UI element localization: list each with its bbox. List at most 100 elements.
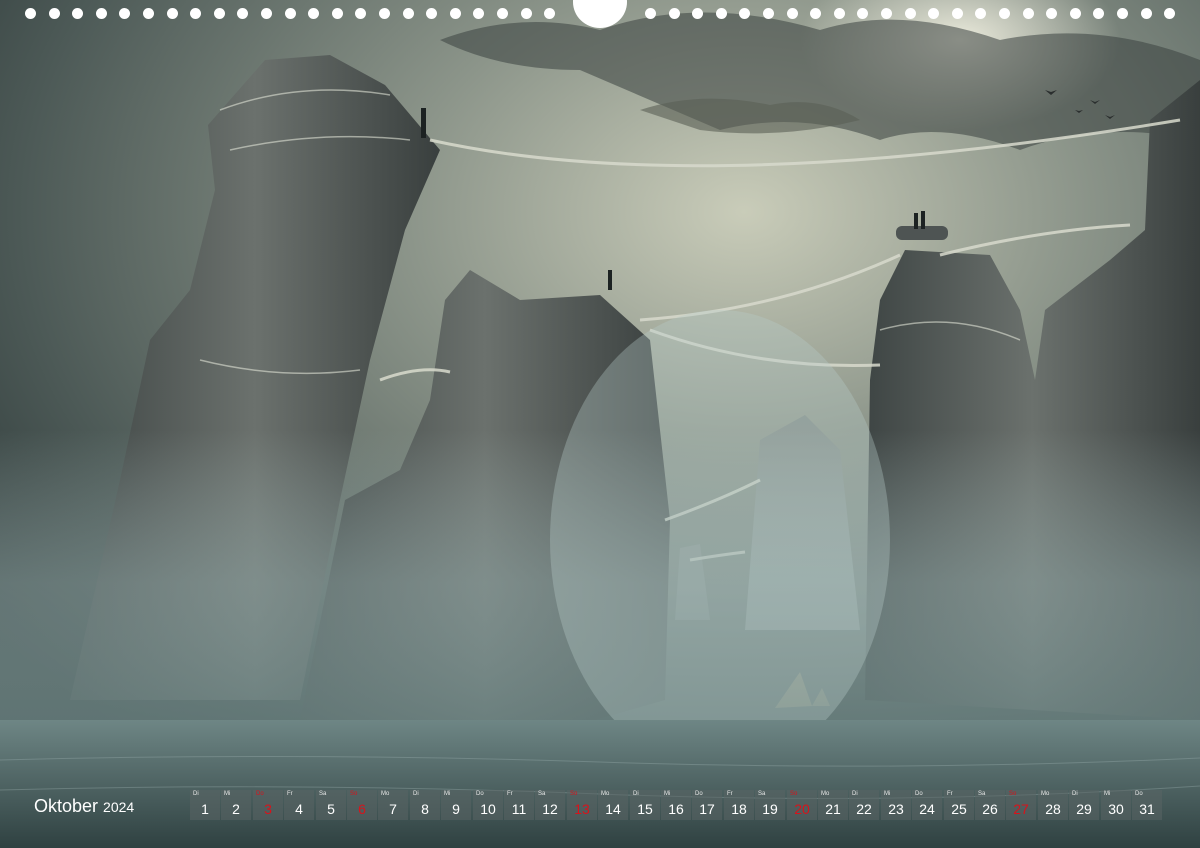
binding-hole — [426, 8, 437, 19]
binding-hole — [25, 8, 36, 19]
weekday-label: Mi — [224, 791, 231, 797]
binding-hole — [905, 8, 916, 19]
binding-hole — [692, 8, 703, 19]
binding-hole — [379, 8, 390, 19]
binding-hole — [787, 8, 798, 19]
binding-hole — [355, 8, 366, 19]
month-title: Oktober 2024 — [34, 796, 134, 816]
weekday-label: Fr — [287, 791, 293, 797]
binding-hole — [521, 8, 532, 19]
day-number: 24 — [919, 801, 935, 817]
binding-hole — [96, 8, 107, 19]
day-number: 1 — [201, 801, 209, 817]
day-cell: Di 22 — [849, 790, 879, 820]
weekday-label: Mi — [664, 791, 671, 797]
binding-hole — [999, 8, 1010, 19]
day-cell: Mo 28 — [1038, 790, 1068, 820]
day-number: 25 — [951, 801, 967, 817]
binding-hole — [285, 8, 296, 19]
binding-hole — [857, 8, 868, 19]
day-cell: Mi 23 — [881, 790, 911, 820]
day-number: 30 — [1108, 801, 1124, 817]
day-number: 10 — [480, 801, 496, 817]
binding-hole — [1093, 8, 1104, 19]
weekday-label: Mo — [1041, 791, 1050, 797]
day-cell: Do 3 — [253, 790, 283, 820]
day-number: 27 — [1013, 801, 1029, 817]
day-number: 5 — [327, 801, 335, 817]
day-number: 14 — [605, 801, 621, 817]
day-cell: Di 29 — [1069, 790, 1099, 820]
weekday-label: Mo — [601, 791, 610, 797]
weekday-label: Di — [413, 791, 419, 797]
day-cell: Do 24 — [912, 790, 942, 820]
day-cell: So 6 — [347, 790, 377, 820]
weekday-label: Fr — [727, 791, 733, 797]
day-cell: Do 10 — [473, 790, 503, 820]
day-number: 21 — [825, 801, 841, 817]
day-cell: Di 15 — [630, 790, 660, 820]
binding-hole — [952, 8, 963, 19]
binding-hole — [763, 8, 774, 19]
day-cell: Mi 9 — [441, 790, 471, 820]
day-number: 11 — [511, 801, 527, 817]
day-cell: Fr 4 — [284, 790, 314, 820]
weekday-label: Mo — [381, 791, 390, 797]
day-cell: Di 8 — [410, 790, 440, 820]
day-cell: So 13 — [567, 790, 597, 820]
binding-hole — [190, 8, 201, 19]
binding-hole — [1164, 8, 1175, 19]
day-cell: Mi 16 — [661, 790, 691, 820]
binding-hole — [834, 8, 845, 19]
binding-hole — [261, 8, 272, 19]
binding-hole — [544, 8, 555, 19]
binding-hole — [497, 8, 508, 19]
weekday-label: Do — [695, 791, 703, 797]
day-number: 29 — [1076, 801, 1092, 817]
day-number: 22 — [856, 801, 872, 817]
binding-hole — [669, 8, 680, 19]
day-cell: Di 1 — [190, 790, 220, 820]
binding-hole — [716, 8, 727, 19]
weekday-label: Sa — [978, 791, 986, 797]
day-number: 15 — [637, 801, 653, 817]
weekday-label: So — [350, 791, 358, 797]
binding-hole — [49, 8, 60, 19]
binding-hole — [308, 8, 319, 19]
binding-hole — [473, 8, 484, 19]
day-number: 12 — [542, 801, 558, 817]
day-cell: So 27 — [1006, 790, 1036, 820]
binding-hole — [450, 8, 461, 19]
day-number: 31 — [1139, 801, 1155, 817]
weekday-label: Do — [1135, 791, 1143, 797]
day-number: 26 — [982, 801, 998, 817]
binding-hole — [332, 8, 343, 19]
fantasy-rock-landscape-photo — [0, 0, 1200, 848]
day-cell: Fr 11 — [504, 790, 534, 820]
weekday-label: Mo — [821, 791, 830, 797]
weekday-label: Fr — [947, 791, 953, 797]
year: 2024 — [103, 799, 135, 815]
calendar-month-strip: Oktober 2024 Di 1 Mi 2 Do 3 Fr 4 Sa 5 So 6 Mo 7 Di 8 Mi 9… — [26, 790, 1173, 820]
binding-hole — [237, 8, 248, 19]
binding-hole — [881, 8, 892, 19]
day-cell: Fr 25 — [944, 790, 974, 820]
day-number: 7 — [389, 801, 397, 817]
weekday-label: So — [790, 791, 798, 797]
day-number: 13 — [574, 801, 590, 817]
day-number: 8 — [421, 801, 429, 817]
binding-hole — [1023, 8, 1034, 19]
weekday-label: So — [1009, 791, 1017, 797]
binding-hole — [403, 8, 414, 19]
day-number: 19 — [762, 801, 778, 817]
weekday-label: Sa — [319, 791, 327, 797]
calendar-hanger-cutout — [573, 0, 627, 28]
weekday-label: Mi — [444, 791, 451, 797]
binding-hole — [214, 8, 225, 19]
weekday-label: Di — [633, 791, 639, 797]
day-number: 18 — [731, 801, 747, 817]
day-cell: Do 17 — [692, 790, 722, 820]
day-cell: Mo 21 — [818, 790, 848, 820]
day-cell: Mo 7 — [378, 790, 408, 820]
day-number: 2 — [232, 801, 240, 817]
